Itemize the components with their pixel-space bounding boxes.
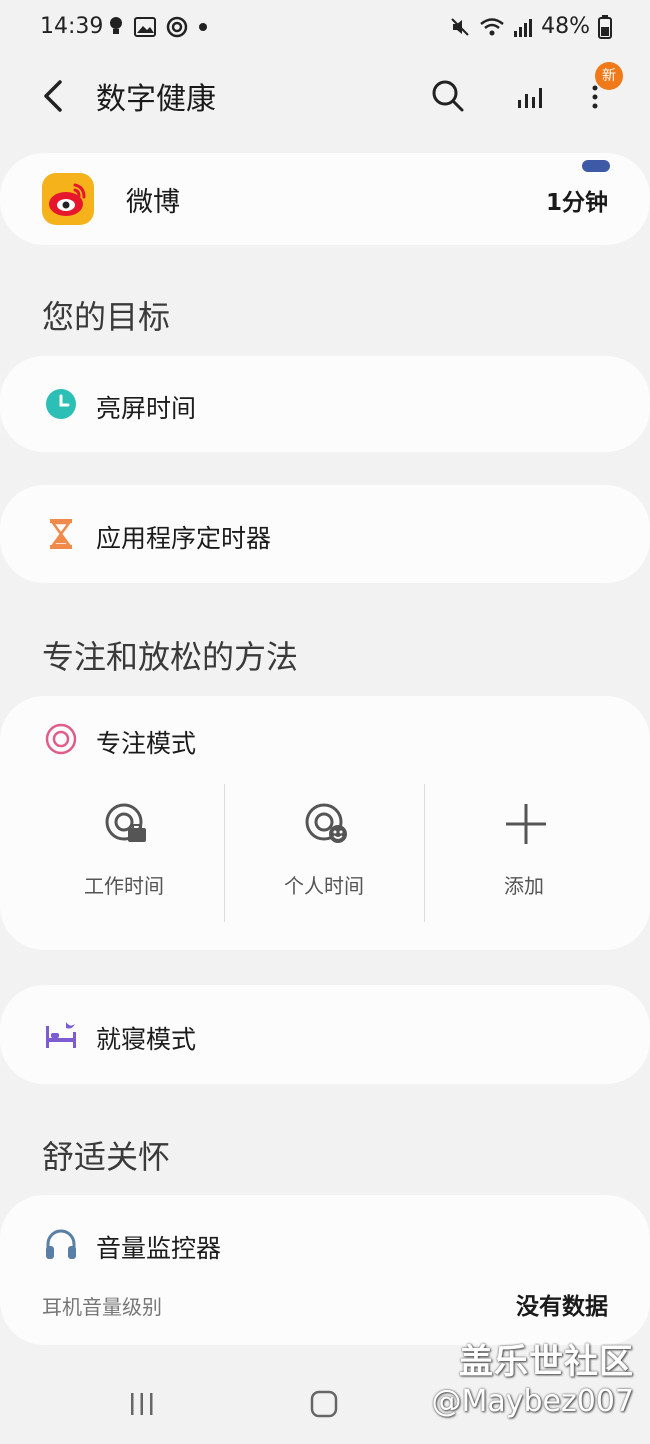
work-time-option[interactable]: 工作时间	[24, 780, 224, 920]
home-button[interactable]	[310, 1390, 338, 1418]
volume-monitor-label: 音量监控器	[96, 1234, 222, 1263]
add-label: 添加	[504, 874, 544, 898]
app-header: 数字健康	[0, 56, 650, 136]
personal-focus-icon	[302, 800, 350, 848]
battery-icon	[598, 14, 612, 39]
personal-time-label: 个人时间	[284, 874, 364, 898]
weibo-logo-icon	[42, 173, 94, 225]
app-usage-card[interactable]: 微博 1分钟	[0, 153, 650, 245]
wellbeing-section-title: 舒适关怀	[42, 1138, 171, 1176]
volume-value: 没有数据	[516, 1294, 608, 1320]
add-focus-option[interactable]: 添加	[424, 780, 624, 920]
mute-icon	[451, 17, 469, 36]
screen-time-label: 亮屏时间	[96, 394, 197, 423]
work-focus-icon	[102, 800, 150, 848]
search-button[interactable]	[424, 72, 472, 120]
notification-icons	[108, 16, 208, 38]
volume-monitor-card[interactable]: 音量监控器 耳机音量级别 没有数据	[0, 1195, 650, 1345]
app-name: 微博	[126, 187, 180, 218]
focus-mode-label[interactable]: 专注模式	[96, 724, 196, 760]
status-right: 48%	[449, 14, 612, 39]
work-time-label: 工作时间	[84, 874, 164, 898]
page-title: 数字健康	[96, 82, 216, 117]
clock-icon	[44, 387, 78, 421]
focus-mode-icon	[44, 722, 78, 756]
recent-apps-icon	[131, 1393, 153, 1415]
goals-section-title: 您的目标	[42, 298, 171, 336]
status-time: 14:39	[40, 14, 104, 39]
usage-time: 1分钟	[545, 190, 608, 216]
bedtime-mode-label: 就寝模式	[96, 1025, 197, 1054]
bedtime-mode-card[interactable]: 就寝模式	[0, 985, 650, 1084]
plus-icon	[502, 800, 550, 848]
back-arrow-icon	[44, 80, 62, 112]
statistics-button[interactable]	[506, 72, 554, 120]
wifi-icon	[480, 17, 504, 35]
back-button[interactable]	[36, 74, 76, 118]
image-icon	[134, 17, 156, 37]
bar-chart-icon	[518, 88, 542, 108]
home-icon	[310, 1390, 338, 1418]
watermark-user: @Maybez007	[431, 1384, 634, 1419]
screen: 14:39 48% 数字健康 新 微博 1分钟 您的目标 亮屏时间 应用程序定时…	[0, 0, 650, 1444]
headphone-icon	[44, 1227, 78, 1261]
app-timer-label: 应用程序定时器	[96, 524, 272, 553]
bed-icon	[44, 1018, 78, 1052]
search-icon	[432, 80, 464, 112]
hourglass-icon	[44, 517, 78, 551]
earphone-volume-label: 耳机音量级别	[42, 1295, 162, 1319]
usage-bar	[582, 160, 610, 172]
app-timer-card[interactable]: 应用程序定时器	[0, 485, 650, 583]
status-bar: 14:39 48%	[0, 0, 650, 56]
watermark-community: 盖乐世社区	[459, 1342, 634, 1382]
focus-mode-card: 专注模式 工作时间 个人时间 添加	[0, 696, 650, 950]
personal-time-option[interactable]: 个人时间	[224, 780, 424, 920]
focus-status-icon	[166, 16, 188, 38]
lightbulb-icon	[110, 17, 122, 34]
recent-apps-button[interactable]	[128, 1390, 156, 1418]
signal-icon	[514, 18, 533, 37]
battery-percent: 48%	[541, 14, 590, 39]
new-badge: 新	[595, 62, 623, 90]
screen-time-card[interactable]: 亮屏时间	[0, 356, 650, 452]
focus-section-title: 专注和放松的方法	[42, 638, 299, 676]
dot-icon	[199, 23, 207, 31]
